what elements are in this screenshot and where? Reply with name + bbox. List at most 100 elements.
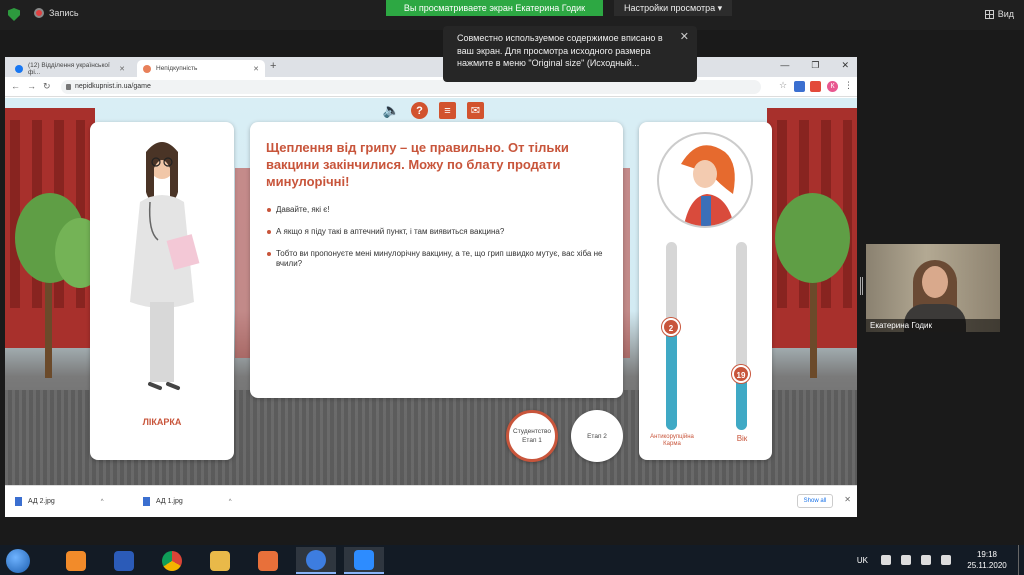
clock[interactable]: 19:18 25.11.2020 [956,549,1018,571]
karma-value: 2 [662,318,680,336]
extension-icon[interactable] [794,81,805,92]
show-desktop-button[interactable] [1018,545,1024,575]
tooltip-text: Совместно используемое содержимое вписан… [457,33,663,68]
shield-icon[interactable] [8,8,20,21]
stats-card: 2 19 Антикорупційна Карма Вік [639,122,772,460]
file-icon [15,497,22,506]
new-tab-button[interactable]: + [270,60,276,72]
answer-list: Давайте, які є! А якщо я піду такі в апт… [266,205,609,269]
stage-sub: Етап 1 [522,437,542,444]
recording-indicator[interactable]: Запись [34,8,79,18]
speaker-icon[interactable] [901,555,911,565]
participant-name: Екатерина Годик [866,319,1000,332]
show-all-button[interactable]: Show all [797,494,833,508]
document-icon[interactable]: ≡ [439,102,456,119]
profile-avatar[interactable]: К [827,81,838,92]
downloads-bar: АД 2.jpg ^ АД 1.jpg ^ Show all ✕ [5,485,857,517]
chevron-up-icon[interactable]: ^ [101,499,104,505]
taskbar-app[interactable] [104,547,144,574]
age-bar [736,242,747,430]
taskbar-app[interactable] [152,547,192,574]
answer-option[interactable]: А якщо я піду такі в аптечний пункт, і т… [266,227,609,237]
tab-bar: (12) Відділення української фі... ✕ Непі… [5,57,857,77]
clock-date: 25.11.2020 [967,561,1007,570]
download-item[interactable]: АД 1.jpg ^ [143,497,232,506]
start-button[interactable] [6,549,30,573]
windows-taskbar: UK 19:18 25.11.2020 [0,545,1024,575]
download-item[interactable]: АД 2.jpg ^ [15,497,104,506]
tab-nepidkupnist[interactable]: Непідкупність ✕ [137,60,265,77]
close-window-icon[interactable]: ✕ [841,60,849,71]
viewing-banner: Вы просматриваете экран Екатерина Годик [386,0,603,16]
tab-label: Непідкупність [156,65,198,72]
battery-icon[interactable] [941,555,951,565]
taskbar-app[interactable] [200,547,240,574]
age-value: 19 [732,365,750,383]
taskbar-app[interactable] [56,547,96,574]
network-icon[interactable] [921,555,931,565]
language-indicator[interactable]: UK [857,556,868,565]
media-player-icon [258,550,278,571]
player-portrait [657,132,753,228]
stage-sub: Етап 2 [587,432,607,440]
close-tab-icon[interactable]: ✕ [253,65,259,73]
view-button[interactable]: Вид [984,9,1014,19]
view-button-label: Вид [997,9,1014,19]
tree-trunk [810,268,817,378]
mail-icon[interactable]: ✉ [467,102,484,119]
menu-dots-icon[interactable]: ⋮ [844,80,855,91]
game-viewport: 🔈 ? ≡ ✉ ЛІКАРКА Щеплення від грипу – це … [5,98,857,485]
forward-icon[interactable]: → [27,81,36,91]
age-label: Вік [736,434,748,443]
clock-time: 19:18 [976,550,998,559]
resize-handle[interactable] [860,277,863,295]
file-icon [143,497,150,506]
help-icon[interactable]: ? [411,102,428,119]
answer-option[interactable]: Тобто ви пропонуєте мені минулорічну вак… [266,249,609,269]
stage-2-button[interactable]: Етап 2 [571,410,623,462]
taskbar-app[interactable] [248,547,288,574]
grid-icon [984,9,994,19]
chevron-up-icon[interactable]: ^ [229,499,232,505]
close-icon[interactable]: ✕ [844,495,851,504]
fit-screen-tooltip: Совместно используемое содержимое вписан… [443,26,697,82]
close-tab-icon[interactable]: ✕ [119,65,125,73]
address-bar: ← → ↻ nepidkupnist.in.ua/game ☆ К ⋮ [5,77,857,97]
folder-icon [210,550,230,571]
record-icon [34,8,44,18]
word-icon [114,550,134,571]
reload-icon[interactable]: ↻ [43,81,51,92]
tab-facebook[interactable]: (12) Відділення української фі... ✕ [9,60,131,77]
minimize-icon[interactable]: — [780,60,789,71]
chevron-up-icon[interactable] [881,555,891,565]
zoom-icon [354,549,374,570]
view-settings-button[interactable]: Настройки просмотра ▾ [614,0,733,16]
stage-title: Студентство [513,428,551,435]
system-tray: UK 19:18 25.11.2020 [857,545,1024,575]
question-text: Щеплення від грипу – це правильно. От ті… [266,140,569,189]
game-toolbar: 🔈 ? ≡ ✉ [383,102,484,119]
answer-option[interactable]: Давайте, які є! [266,205,609,215]
doctor-illustration [130,142,200,390]
speaker-icon[interactable]: 🔈 [383,102,400,119]
recording-label: Запись [49,8,79,18]
stage-1-button[interactable]: Студентство Етап 1 [506,410,558,462]
taskbar-app[interactable] [296,547,336,574]
restore-icon[interactable]: ❐ [811,60,819,71]
facebook-icon [15,64,23,73]
app-icon [306,549,326,570]
participant-video[interactable]: Екатерина Годик [866,244,1000,332]
taskbar-app[interactable] [344,547,384,574]
tree [775,193,850,283]
download-filename: АД 2.jpg [28,498,55,505]
close-icon[interactable]: ✕ [680,31,689,44]
extension-icon[interactable] [810,81,821,92]
tree-trunk [45,268,52,378]
star-icon[interactable]: ☆ [779,80,790,91]
url-text: nepidkupnist.in.ua/game [75,83,151,90]
back-icon[interactable]: ← [11,81,20,91]
tab-label: (12) Відділення української фі... [28,61,110,76]
url-field[interactable]: nepidkupnist.in.ua/game [61,80,761,94]
download-filename: АД 1.jpg [156,498,183,505]
site-favicon-icon [143,64,151,73]
